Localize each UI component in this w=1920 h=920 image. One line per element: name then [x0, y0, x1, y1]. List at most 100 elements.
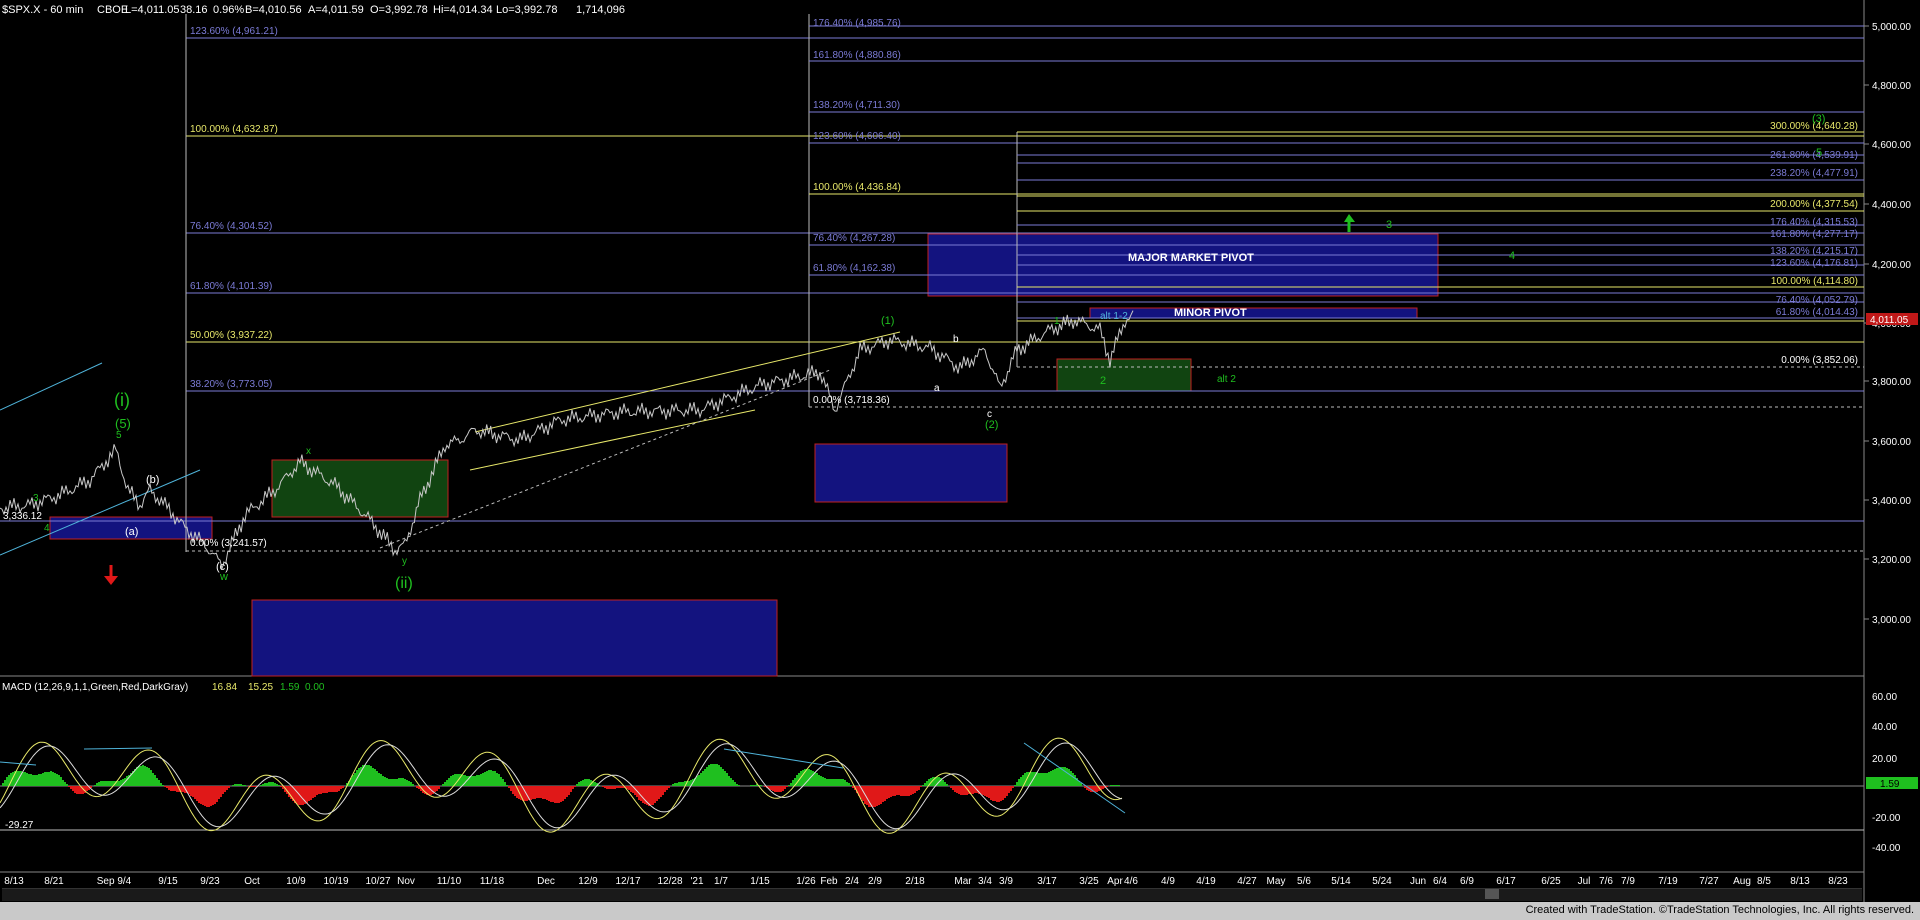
- macd-bar: [148, 768, 150, 786]
- price-tick-label: 3,000.00: [1872, 615, 1911, 626]
- macd-bar: [676, 783, 678, 786]
- header-low: Lo=3,992.78: [496, 4, 557, 16]
- macd-bar: [536, 786, 538, 798]
- macd-bar: [532, 786, 534, 799]
- macd-bar: [364, 765, 366, 786]
- macd-bar: [472, 776, 474, 786]
- chart-canvas: $SPX.X - 60 min CBOE L=4,011.05 38.16 0.…: [0, 0, 1920, 920]
- date-tick-label: 4/19: [1196, 876, 1216, 887]
- scrollbar-thumb[interactable]: [1485, 889, 1499, 899]
- macd-bar: [678, 782, 680, 786]
- price-current-label: 4,011.05: [1870, 315, 1909, 326]
- macd-bar: [852, 786, 854, 788]
- macd-bar: [1010, 786, 1012, 791]
- macd-bar: [94, 785, 96, 786]
- macd-bar: [862, 786, 864, 801]
- macd-bar: [368, 765, 370, 786]
- macd-bar: [848, 783, 850, 786]
- macd-bar: [142, 765, 144, 786]
- macd-bar: [640, 786, 642, 801]
- macd-bar: [708, 765, 710, 786]
- macd-bar: [828, 779, 830, 786]
- macd-bar: [174, 786, 176, 791]
- macd-bar: [386, 778, 388, 786]
- price-tick-label: 4,200.00: [1872, 260, 1911, 271]
- macd-bar: [1006, 786, 1008, 796]
- macd-bar: [382, 776, 384, 786]
- macd-bar: [844, 780, 846, 786]
- macd-bar: [48, 772, 50, 786]
- macd-bar: [734, 782, 736, 786]
- macd-bar: [672, 784, 674, 786]
- macd-bar: [628, 786, 630, 790]
- macd-bar: [1052, 770, 1054, 786]
- fib-mid-label: 176.40% (4,985.76): [813, 18, 901, 29]
- date-tick-label: 8/13: [1790, 876, 1810, 887]
- macd-bar: [136, 767, 138, 786]
- macd-bar: [812, 771, 814, 786]
- macd-bar: [894, 786, 896, 796]
- macd-bar: [24, 772, 26, 786]
- macd-bar: [312, 786, 314, 798]
- fib-right-label: 161.80% (4,277.17): [1770, 229, 1858, 240]
- macd-bar: [1018, 779, 1020, 786]
- macd-bar: [776, 786, 778, 792]
- macd-bar: [534, 786, 536, 799]
- macd-bar: [448, 778, 450, 786]
- macd-bar: [54, 773, 56, 786]
- macd-bar: [988, 786, 990, 798]
- macd-bar: [614, 786, 616, 789]
- fib-right-label: 61.80% (4,014.43): [1776, 307, 1858, 318]
- macd-bar: [1044, 773, 1046, 786]
- macd-bar: [1116, 785, 1118, 786]
- macd-bar: [146, 767, 148, 786]
- macd-bar: [2, 783, 4, 786]
- macd-bar: [476, 775, 478, 786]
- fib-right-label: 138.20% (4,215.17): [1770, 246, 1858, 257]
- macd-bar: [404, 779, 406, 786]
- macd-bar: [166, 786, 168, 788]
- macd-bar: [562, 786, 564, 801]
- macd-bar: [254, 786, 256, 787]
- macd-bar: [982, 786, 984, 795]
- date-tick-label: Jun: [1410, 876, 1426, 887]
- date-tick-label: 6/9: [1460, 876, 1474, 887]
- minor-pivot-box: [1089, 307, 1418, 319]
- macd-bar: [214, 786, 216, 804]
- macd-bar: [336, 786, 338, 792]
- macd-bar: [220, 786, 222, 797]
- macd-bar: [226, 786, 228, 790]
- macd-bar: [876, 786, 878, 806]
- macd-bar: [954, 786, 956, 792]
- macd-bar: [1066, 768, 1068, 786]
- fib-left-label: 38.20% (3,773.05): [190, 379, 272, 390]
- macd-bar: [438, 786, 440, 789]
- macd-bar: [276, 784, 278, 786]
- macd-bar: [38, 774, 40, 786]
- macd-bar: [926, 781, 928, 786]
- macd-bar: [30, 774, 32, 786]
- macd-bar: [700, 773, 702, 786]
- macd-bar: [902, 786, 904, 796]
- macd-bar: [1102, 786, 1104, 789]
- macd-bar: [824, 778, 826, 786]
- macd-value1: 16.84: [212, 682, 237, 693]
- fib-mid-label: 138.20% (4,711.30): [813, 100, 900, 111]
- macd-bar: [552, 786, 554, 802]
- wave-3: 3: [33, 493, 39, 504]
- date-tick-label: Mar: [954, 876, 972, 887]
- macd-bar: [464, 775, 466, 786]
- wave-4: 4: [44, 523, 50, 534]
- macd-bar: [680, 782, 682, 786]
- macd-bar: [334, 786, 336, 792]
- macd-bar: [760, 785, 762, 786]
- chart-scrollbar[interactable]: [2, 888, 1862, 901]
- macd-bar: [144, 766, 146, 786]
- macd-bar: [572, 786, 574, 789]
- macd-bar: [140, 766, 142, 786]
- macd-bar: [512, 786, 514, 794]
- macd-bar: [540, 786, 542, 798]
- macd-bar: [704, 769, 706, 786]
- macd-bar: [76, 786, 78, 794]
- macd-bar: [778, 786, 780, 792]
